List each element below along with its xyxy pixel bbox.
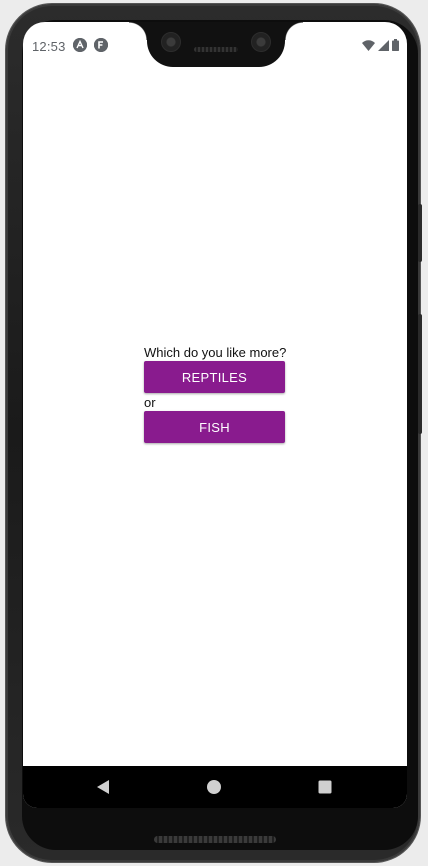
home-icon[interactable] [207, 780, 221, 794]
front-camera-right [251, 32, 271, 52]
earpiece-speaker [194, 47, 238, 52]
battery-icon [392, 39, 399, 51]
react-native-icon [73, 38, 87, 52]
front-camera-left [161, 32, 181, 52]
display-notch [129, 22, 303, 67]
navigation-bar [23, 766, 407, 808]
volume-button [418, 314, 422, 434]
wifi-icon [362, 39, 375, 51]
status-icons [362, 39, 399, 51]
status-time: 12:53 [32, 39, 66, 54]
recents-icon[interactable] [318, 780, 332, 794]
cell-signal-icon [378, 39, 389, 51]
question-text: Which do you like more? [144, 345, 287, 360]
expo-icon [94, 38, 108, 52]
choice-container: Which do you like more? REPTILES or FISH [144, 345, 286, 443]
reptiles-button[interactable]: REPTILES [144, 361, 285, 393]
fish-button[interactable]: FISH [144, 411, 285, 443]
screen: 12:53 Which do you like more? REPTILES o… [23, 22, 407, 808]
bottom-speaker-grille [154, 836, 276, 843]
back-icon[interactable] [96, 780, 110, 794]
separator-text: or [144, 395, 156, 410]
power-button [418, 204, 422, 262]
